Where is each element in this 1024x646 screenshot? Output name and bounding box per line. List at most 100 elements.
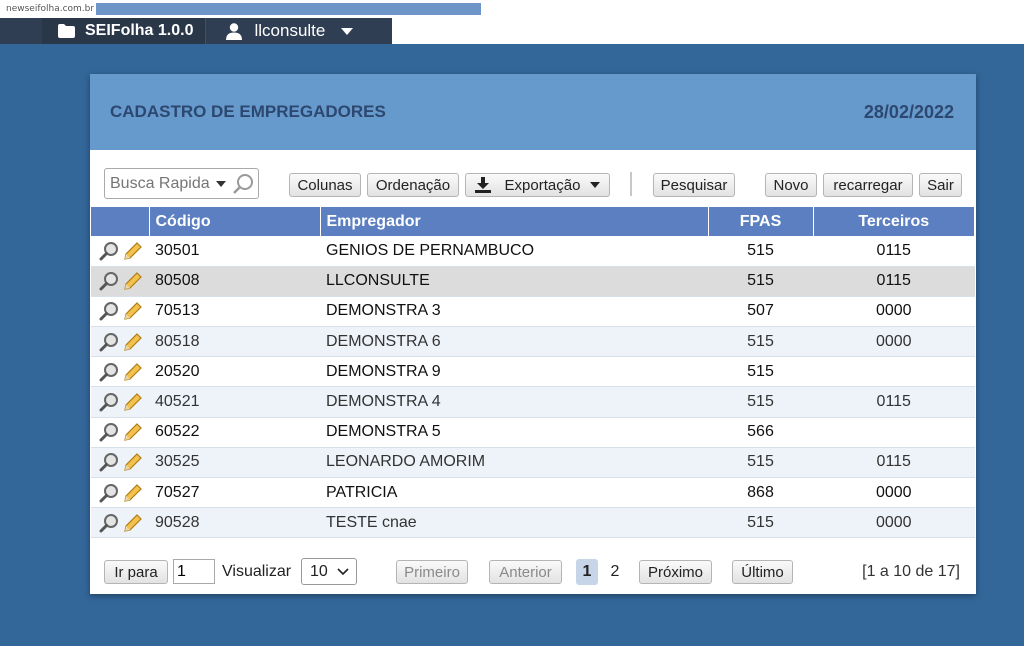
grid-toolbar: Colunas Ordenação Exportação Pesquisar N…	[90, 168, 976, 202]
view-magnifier-icon[interactable]	[99, 483, 119, 503]
view-magnifier-icon[interactable]	[99, 513, 119, 533]
cell-terceiros: 0000	[813, 296, 975, 328]
quick-search	[104, 168, 259, 199]
view-magnifier-icon[interactable]	[99, 241, 119, 261]
table-row[interactable]: 30525 LEONARDO AMORIM 515 0115	[91, 447, 975, 479]
edit-pencil-icon[interactable]	[123, 271, 143, 291]
exportacao-label: Exportação	[504, 176, 581, 194]
recarregar-button[interactable]: recarregar	[823, 173, 913, 197]
cell-empregador: LLCONSULTE	[320, 266, 708, 297]
view-magnifier-icon[interactable]	[99, 362, 119, 382]
view-magnifier-icon[interactable]	[99, 332, 119, 352]
page-title: CADASTRO DE EMPREGADORES	[110, 102, 386, 121]
view-magnifier-icon[interactable]	[99, 392, 119, 412]
edit-pencil-icon[interactable]	[123, 301, 143, 321]
anterior-button[interactable]: Anterior	[489, 560, 562, 584]
edit-pencil-icon[interactable]	[123, 483, 143, 503]
ultimo-button[interactable]: Último	[732, 560, 793, 584]
table-row[interactable]: 90528 TESTE cnae 515 0000	[91, 507, 975, 539]
col-header-empregador[interactable]: Empregador	[320, 207, 709, 236]
cell-empregador: DEMONSTRA 6	[320, 326, 708, 358]
edit-pencil-icon[interactable]	[123, 362, 143, 382]
edit-pencil-icon[interactable]	[123, 332, 143, 352]
col-header-codigo[interactable]: Código	[149, 207, 321, 236]
edit-pencil-icon[interactable]	[123, 392, 143, 412]
row-actions	[91, 477, 149, 509]
current-date: 28/02/2022	[863, 101, 954, 122]
cell-terceiros	[813, 356, 975, 388]
row-actions	[91, 386, 149, 418]
chevron-down-icon	[337, 567, 349, 575]
cell-empregador: PATRICIA	[320, 477, 708, 509]
search-options-caret-icon[interactable]	[216, 180, 226, 187]
novo-button[interactable]: Novo	[765, 173, 817, 197]
view-magnifier-icon[interactable]	[99, 452, 119, 472]
edit-pencil-icon[interactable]	[123, 241, 143, 261]
cell-codigo: 80508	[149, 266, 320, 297]
cell-fpas: 515	[708, 236, 813, 267]
cell-fpas: 515	[708, 386, 813, 418]
sair-button[interactable]: Sair	[919, 173, 962, 197]
edit-pencil-icon[interactable]	[123, 513, 143, 533]
edit-pencil-icon[interactable]	[123, 452, 143, 472]
cell-terceiros: 0115	[813, 447, 975, 479]
row-actions	[91, 447, 149, 479]
pesquisar-button[interactable]: Pesquisar	[653, 173, 735, 197]
quick-search-input[interactable]	[110, 174, 214, 193]
row-actions	[91, 236, 149, 267]
toolbar-separator	[630, 172, 632, 196]
table-row[interactable]: 70513 DEMONSTRA 3 507 0000	[91, 296, 975, 328]
primeiro-button[interactable]: Primeiro	[396, 560, 468, 584]
table-row[interactable]: 20520 DEMONSTRA 9 515	[91, 356, 975, 388]
address-bar[interactable]: newseifolha.com.br	[0, 0, 1024, 18]
page-number-input[interactable]	[173, 559, 215, 584]
search-icon[interactable]	[232, 173, 254, 195]
cell-codigo: 80518	[149, 326, 320, 358]
cell-fpas: 515	[708, 447, 813, 479]
edit-pencil-icon[interactable]	[123, 422, 143, 442]
table-row[interactable]: 80518 DEMONSTRA 6 515 0000	[91, 326, 975, 358]
col-header-terceiros[interactable]: Terceiros	[813, 207, 975, 236]
view-magnifier-icon[interactable]	[99, 271, 119, 291]
cell-fpas: 515	[708, 507, 813, 539]
row-actions	[91, 417, 149, 448]
ir-para-button[interactable]: Ir para	[104, 560, 168, 584]
cell-fpas: 515	[708, 326, 813, 358]
col-header-fpas[interactable]: FPAS	[708, 207, 814, 236]
table-row[interactable]: 40521 DEMONSTRA 4 515 0115	[91, 386, 975, 418]
page-2-link[interactable]: 2	[604, 559, 626, 585]
employer-table: Código Empregador FPAS Terceiros 30501 GE…	[91, 207, 975, 539]
table-row[interactable]: 70527 PATRICIA 868 0000	[91, 477, 975, 509]
cell-terceiros: 0000	[813, 326, 975, 358]
table-row[interactable]: 80508 LLCONSULTE 515 0115	[91, 266, 975, 297]
row-actions	[91, 266, 149, 297]
page-size-value: 10	[310, 562, 328, 580]
proximo-button[interactable]: Próximo	[639, 560, 712, 584]
cell-codigo: 60522	[149, 417, 320, 448]
row-actions	[91, 296, 149, 328]
cell-fpas: 515	[708, 266, 813, 297]
brand-button[interactable]: SEIFolha 1.0.0	[42, 18, 207, 44]
table-row[interactable]: 60522 DEMONSTRA 5 566	[91, 417, 975, 448]
colunas-button[interactable]: Colunas	[289, 173, 361, 197]
table-row[interactable]: 30501 GENIOS DE PERNAMBUCO 515 0115	[91, 236, 975, 267]
top-navbar: SEIFolha 1.0.0 llconsulte	[0, 18, 1024, 44]
url-highlight	[96, 3, 482, 15]
cell-codigo: 70513	[149, 296, 320, 328]
view-magnifier-icon[interactable]	[99, 301, 119, 321]
download-icon	[474, 177, 491, 193]
page-1-link[interactable]: 1	[576, 559, 598, 585]
table-header-row: Código Empregador FPAS Terceiros	[91, 207, 975, 236]
employer-panel: CADASTRO DE EMPREGADORES 28/02/2022 Colu…	[90, 74, 976, 594]
page-size-select[interactable]: 10	[301, 558, 357, 585]
cell-terceiros: 0000	[813, 507, 975, 539]
user-icon	[226, 22, 243, 40]
top-navbar-dark: SEIFolha 1.0.0 llconsulte	[0, 18, 392, 44]
exportacao-button[interactable]: Exportação	[465, 173, 610, 197]
user-menu[interactable]: llconsulte	[206, 18, 354, 44]
cell-empregador: GENIOS DE PERNAMBUCO	[320, 236, 708, 267]
view-magnifier-icon[interactable]	[99, 422, 119, 442]
panel-header: CADASTRO DE EMPREGADORES 28/02/2022	[90, 74, 976, 150]
cell-codigo: 90528	[149, 507, 320, 539]
ordenacao-button[interactable]: Ordenação	[367, 173, 459, 197]
